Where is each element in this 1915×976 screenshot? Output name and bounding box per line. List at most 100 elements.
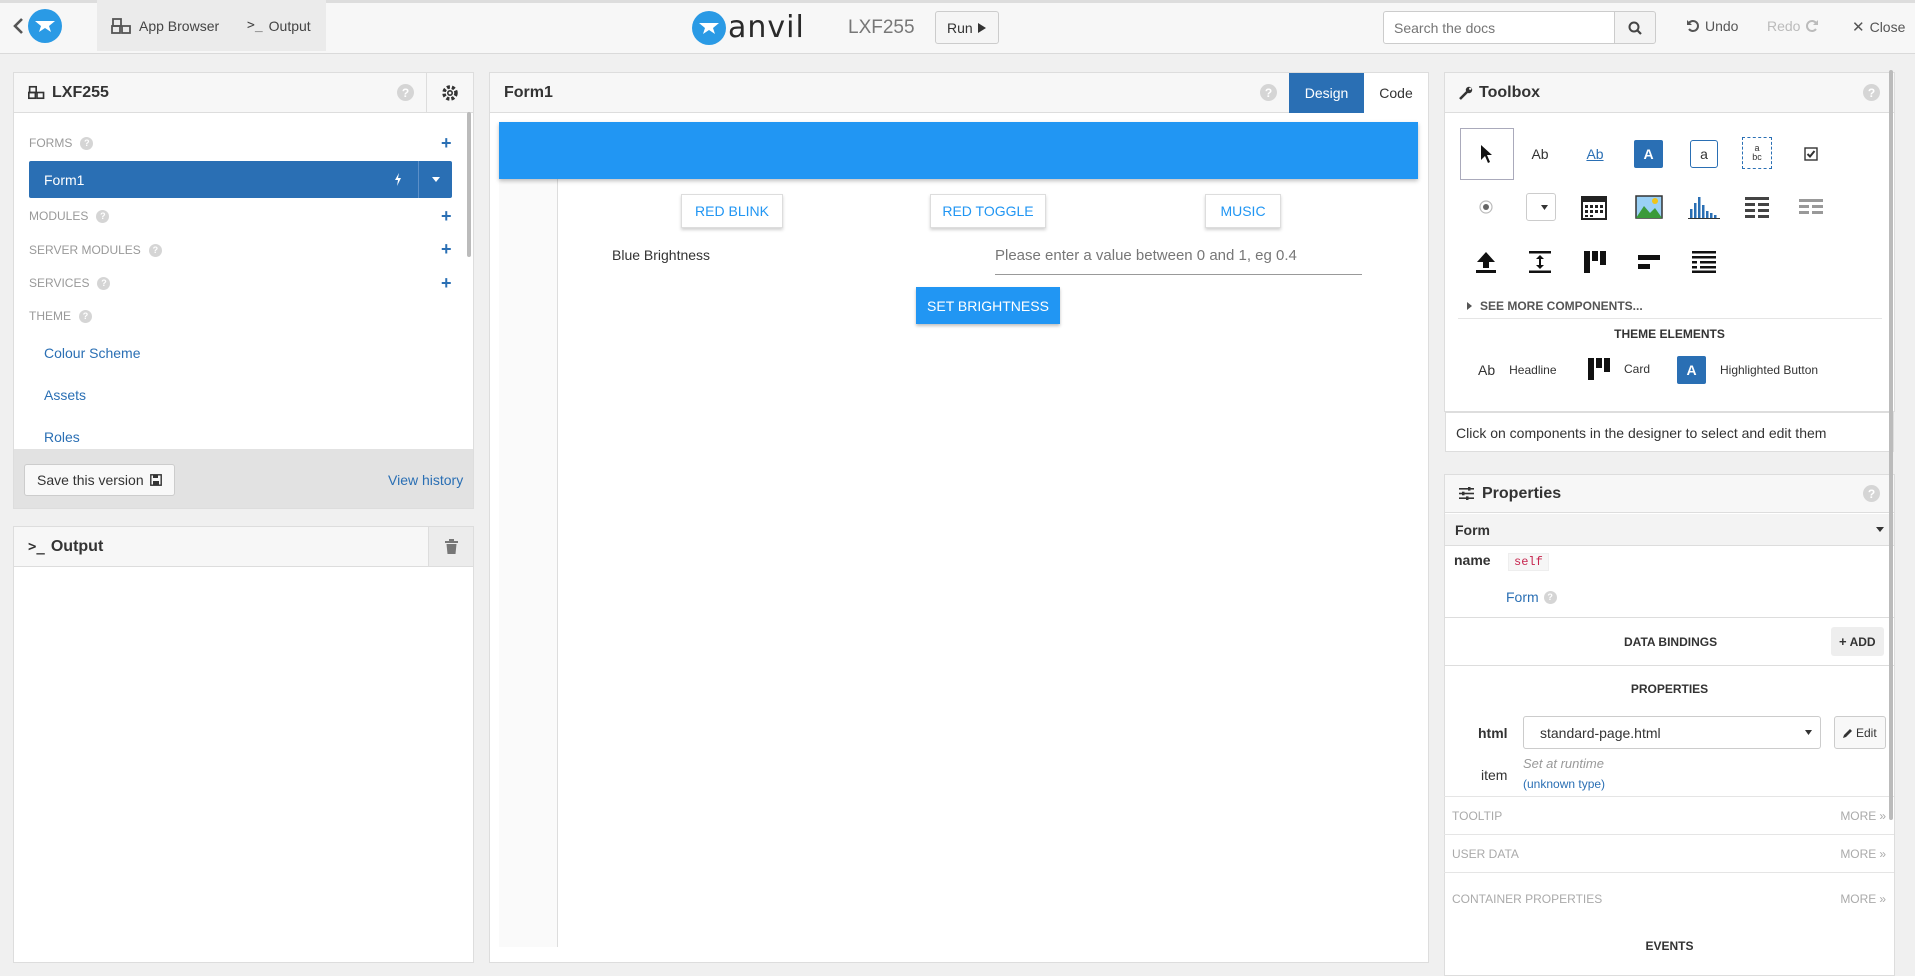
view-history-link[interactable]: View history	[388, 472, 463, 488]
textbox-tool[interactable]: a	[1690, 140, 1718, 168]
sliders-icon	[1459, 487, 1474, 500]
redo-button[interactable]: Redo	[1767, 18, 1819, 34]
output-tab[interactable]: >_ Output	[233, 0, 326, 51]
plus-icon: +	[1839, 634, 1847, 649]
item-type-link[interactable]: (unknown type)	[1523, 777, 1605, 791]
name-value[interactable]: self	[1508, 553, 1549, 571]
search-button[interactable]	[1614, 11, 1656, 44]
image-tool[interactable]	[1629, 187, 1669, 227]
help-icon[interactable]: ?	[80, 136, 94, 150]
play-icon	[977, 22, 987, 34]
edit-html-button[interactable]: Edit	[1834, 716, 1886, 749]
tab-design[interactable]: Design	[1289, 72, 1364, 113]
red-toggle-button[interactable]: RED TOGGLE	[930, 194, 1046, 228]
gear-icon	[441, 84, 459, 102]
plot-tool[interactable]	[1684, 187, 1724, 227]
label-tool[interactable]: Ab	[1520, 134, 1560, 174]
help-icon[interactable]: ?	[1543, 590, 1557, 604]
app-settings-button[interactable]	[426, 73, 473, 112]
theme-element-highlighted-button[interactable]: A Highlighted Button	[1677, 356, 1818, 384]
theme-element-card[interactable]: Card	[1588, 358, 1650, 380]
output-tab-label: Output	[268, 17, 311, 34]
toolbox-header: Toolbox ?	[1445, 73, 1894, 113]
linear-panel-tool[interactable]	[1684, 242, 1724, 282]
file-loader-tool[interactable]	[1466, 242, 1506, 282]
textarea-tool[interactable]: a bc	[1742, 137, 1772, 169]
add-form-button[interactable]: +	[441, 134, 452, 152]
column-panel-tool[interactable]	[1575, 242, 1615, 282]
user-data-section[interactable]: USER DATA MORE»	[1444, 834, 1894, 872]
back-to-apps[interactable]	[12, 9, 62, 43]
help-icon[interactable]: ?	[79, 309, 92, 323]
datepicker-tool[interactable]	[1574, 187, 1614, 227]
help-icon[interactable]: ?	[397, 84, 414, 101]
docs-search-input[interactable]	[1383, 11, 1615, 44]
data-grid-tool[interactable]	[1737, 187, 1777, 227]
help-icon[interactable]: ?	[1260, 84, 1277, 101]
undo-button[interactable]: Undo	[1686, 18, 1738, 34]
container-properties-section[interactable]: CONTAINER PROPERTIES MORE»	[1444, 872, 1894, 924]
radio-tool[interactable]	[1466, 187, 1506, 227]
repeating-panel-tool[interactable]	[1791, 187, 1831, 227]
music-button[interactable]: MUSIC	[1205, 194, 1281, 228]
save-version-button[interactable]: Save this version	[24, 464, 175, 496]
add-server-module-button[interactable]: +	[441, 240, 452, 258]
cubes-icon	[111, 17, 133, 34]
pencil-icon	[1843, 728, 1853, 738]
help-icon[interactable]: ?	[148, 243, 162, 257]
button-tool[interactable]: A	[1634, 140, 1663, 168]
tooltip-section[interactable]: TOOLTIP MORE»	[1444, 796, 1894, 834]
tab-code[interactable]: Code	[1364, 72, 1428, 113]
pointer-tool[interactable]	[1460, 128, 1514, 180]
theme-item-roles[interactable]: Roles	[44, 429, 80, 445]
more-label: MORE	[1840, 846, 1877, 861]
clear-output-button[interactable]	[428, 527, 473, 566]
help-icon[interactable]: ?	[1863, 485, 1880, 502]
server-modules-section: SERVER MODULES ?	[29, 243, 162, 257]
cubes-icon	[28, 85, 46, 100]
right-panel-scrollbar[interactable]	[1889, 70, 1893, 820]
checkbox-icon	[1804, 147, 1818, 161]
services-section: SERVICES ?	[29, 276, 111, 290]
see-more-components[interactable]: SEE MORE COMPONENTS...	[1467, 299, 1643, 313]
redo-icon	[1805, 19, 1819, 33]
theme-item-colour-scheme[interactable]: Colour Scheme	[44, 345, 141, 361]
caret-down-icon	[431, 177, 440, 182]
red-blink-button[interactable]: RED BLINK	[681, 194, 783, 228]
brightness-input[interactable]: Please enter a value between 0 and 1, eg…	[995, 247, 1362, 275]
add-module-button[interactable]: +	[441, 207, 452, 225]
flow-panel-tool[interactable]	[1629, 242, 1669, 282]
run-button[interactable]: Run	[935, 11, 999, 44]
help-icon[interactable]: ?	[96, 209, 110, 223]
anvil-logo-icon	[28, 9, 62, 43]
set-brightness-button[interactable]: SET BRIGHTNESS	[916, 287, 1060, 324]
spacer-tool[interactable]	[1520, 242, 1560, 282]
dropdown-tool[interactable]	[1526, 193, 1556, 221]
app-panel-scrollbar[interactable]	[467, 112, 471, 257]
html-select[interactable]: standard-page.html	[1523, 716, 1821, 749]
add-service-button[interactable]: +	[441, 274, 452, 292]
close-button[interactable]: ✕ Close	[1852, 18, 1905, 36]
caret-down-icon	[1876, 527, 1884, 532]
form-type-link[interactable]: Form ?	[1506, 589, 1557, 605]
sidebar-item-form1[interactable]: Form1	[29, 161, 452, 198]
item-value: Set at runtime	[1523, 756, 1604, 771]
app-browser-tab[interactable]: App Browser	[97, 0, 234, 51]
undo-label: Undo	[1705, 18, 1739, 34]
theme-element-headline[interactable]: Ab Headline	[1478, 362, 1557, 378]
textarea-tool-bottom: bc	[1752, 152, 1762, 162]
checkbox-tool[interactable]	[1791, 134, 1831, 174]
help-icon[interactable]: ?	[97, 276, 111, 290]
output-panel-title: Output	[50, 537, 104, 555]
terminal-icon: >_	[28, 538, 45, 555]
modules-label: MODULES	[29, 209, 89, 223]
add-binding-button[interactable]: + ADD	[1831, 627, 1884, 656]
container-properties-label: CONTAINER PROPERTIES	[1452, 891, 1603, 906]
help-icon[interactable]: ?	[1863, 84, 1880, 101]
server-modules-label: SERVER MODULES	[29, 243, 141, 257]
theme-elements-heading: THEME ELEMENTS	[1614, 327, 1725, 341]
link-tool[interactable]: Ab	[1575, 134, 1615, 174]
component-selector[interactable]: Form	[1445, 514, 1894, 546]
theme-item-assets[interactable]: Assets	[44, 387, 86, 403]
form1-menu-button[interactable]	[418, 161, 452, 198]
